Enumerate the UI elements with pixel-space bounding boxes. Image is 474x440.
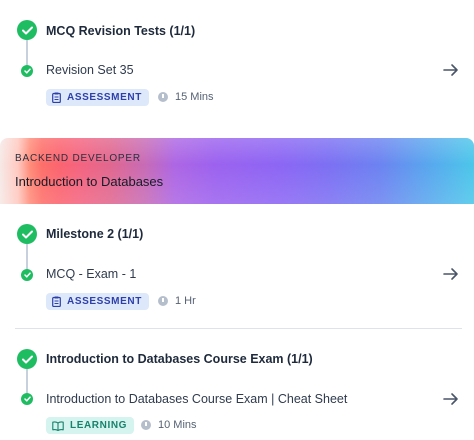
list-item-revision-set-35[interactable]: Revision Set 35 <box>0 59 474 83</box>
clipboard-icon <box>52 296 61 307</box>
learning-badge: LEARNING <box>46 417 135 434</box>
item-title: Introduction to Databases Course Exam | … <box>46 392 348 406</box>
check-circle-icon <box>17 349 37 369</box>
duration: 10 Mins <box>141 419 197 431</box>
check-circle-icon <box>17 20 37 40</box>
arrow-right-icon[interactable] <box>442 61 460 79</box>
banner-kicker: BACKEND DEVELOPER <box>15 153 141 164</box>
clock-icon <box>158 296 168 306</box>
clock-icon <box>158 92 168 102</box>
module-course-exam: Introduction to Databases Course Exam (1… <box>0 328 474 440</box>
list-item-cheat-sheet[interactable]: Introduction to Databases Course Exam | … <box>0 388 474 412</box>
check-circle-icon <box>21 393 33 405</box>
duration-text: 10 Mins <box>158 419 197 431</box>
duration-text: 15 Mins <box>175 91 214 103</box>
badge-label: LEARNING <box>70 420 128 431</box>
module-title: Introduction to Databases Course Exam (1… <box>46 352 313 366</box>
arrow-right-icon[interactable] <box>442 265 460 283</box>
check-circle-icon <box>17 224 37 244</box>
clock-icon <box>141 420 151 430</box>
badge-label: ASSESSMENT <box>67 296 142 307</box>
duration: 1 Hr <box>158 295 196 307</box>
assessment-badge: ASSESSMENT <box>46 89 149 106</box>
assessment-badge: ASSESSMENT <box>46 293 149 310</box>
module-mcq-revision-tests: MCQ Revision Tests (1/1) Revision Set 35… <box>0 0 474 120</box>
list-item-mcq-exam-1[interactable]: MCQ - Exam - 1 <box>0 263 474 287</box>
banner-shade <box>0 138 474 204</box>
item-title: Revision Set 35 <box>46 63 134 77</box>
check-circle-icon <box>21 65 33 77</box>
check-circle-icon <box>21 269 33 281</box>
module-title: Milestone 2 (1/1) <box>46 227 144 241</box>
item-title: MCQ - Exam - 1 <box>46 267 137 281</box>
banner-title: Introduction to Databases <box>15 174 164 189</box>
duration: 15 Mins <box>158 91 214 103</box>
module-milestone-2: Milestone 2 (1/1) MCQ - Exam - 1 ASSESSM… <box>0 204 474 328</box>
clipboard-icon <box>52 92 61 103</box>
module-title: MCQ Revision Tests (1/1) <box>46 24 196 38</box>
book-icon <box>52 420 64 431</box>
course-banner: BACKEND DEVELOPER Introduction to Databa… <box>0 138 474 204</box>
duration-text: 1 Hr <box>175 295 196 307</box>
arrow-right-icon[interactable] <box>442 390 460 408</box>
badge-label: ASSESSMENT <box>67 92 142 103</box>
